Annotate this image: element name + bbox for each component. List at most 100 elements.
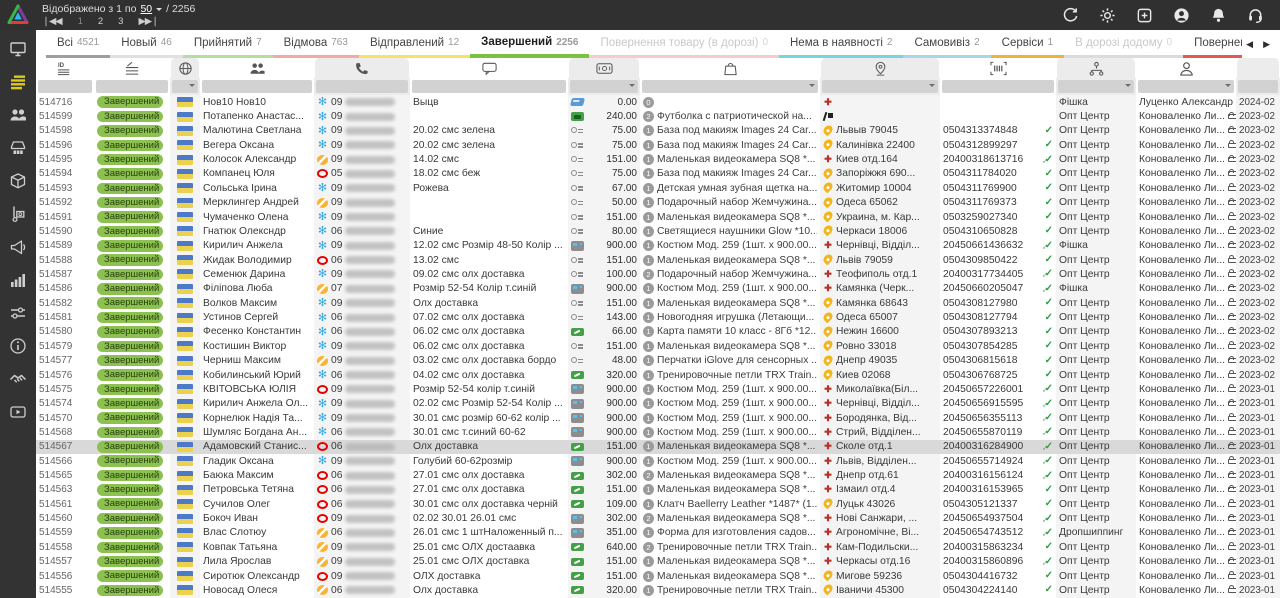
page-button-1[interactable]: 1 [78,16,82,27]
column-header-manager[interactable] [1136,58,1236,78]
order-row[interactable]: 514595 Завершений Колосок Александр 09 1… [36,152,1280,166]
order-row[interactable]: 514577 Завершений Черниш Максим 09 03.02… [36,353,1280,367]
status-tab[interactable]: Відмова 763 [273,30,359,58]
page-button-3[interactable]: 3 [118,16,122,27]
status-tab[interactable]: Нема в наявності 2 [779,30,903,58]
partners-icon[interactable] [8,369,28,389]
filter-status-input[interactable] [96,80,168,93]
status-tab[interactable]: Завершений 2256 [470,30,589,58]
status-tab[interactable]: Прийнятий 7 [183,30,273,58]
filter-comment-input[interactable] [412,80,566,93]
bell-icon[interactable] [1209,6,1227,24]
filter-product-select[interactable] [642,80,818,93]
order-row[interactable]: 514575 Завершений КВІТОВСЬКА ЮЛІЯ 09 Роз… [36,382,1280,396]
column-header-date[interactable] [1236,58,1280,78]
filter-date-input[interactable] [1238,80,1278,93]
add-square-icon[interactable] [1135,6,1153,24]
order-row[interactable]: 514592 Завершений Мерклингер Андрей 09 5… [36,196,1280,210]
order-row[interactable]: 514580 Завершений Фесенко Константин 06 … [36,325,1280,339]
order-row[interactable]: 514560 Завершений Бокоч Иван 09 02.02 30… [36,511,1280,525]
status-tab[interactable]: Відправлений 12 [359,30,470,58]
filter-id-input[interactable] [38,80,92,93]
status-tab[interactable]: Повернення (завершений) 125 [1183,30,1242,58]
order-row[interactable]: 514565 Завершений Баюка Максим 06 27.01 … [36,468,1280,482]
monitor-icon[interactable] [8,39,28,59]
order-row[interactable]: 514581 Завершений Устинов Сергей 06 07.0… [36,310,1280,324]
order-row[interactable]: 514599 Завершений Потапенко Анастас... 0… [36,109,1280,123]
order-row[interactable]: 514591 Завершений Чумаченко Олена 09 151… [36,210,1280,224]
order-row[interactable]: 514567 Завершений Адамовский Станис... 0… [36,440,1280,454]
column-header-id[interactable]: ID [36,58,94,78]
avatar-icon[interactable] [1172,6,1190,24]
column-header-status[interactable] [94,58,170,78]
order-row[interactable]: 514561 Завершений Сучилов Олег 06 30.01 … [36,497,1280,511]
order-row[interactable]: 514563 Завершений Петровська Тетяна 06 2… [36,483,1280,497]
column-header-delivery-address[interactable] [820,58,940,78]
status-tab[interactable]: Новый 46 [110,30,183,58]
video-icon[interactable] [8,402,28,422]
support-headset-icon[interactable] [1246,6,1264,24]
order-row[interactable]: 514576 Завершений Кобилинський Юрий 06 0… [36,368,1280,382]
app-logo[interactable] [0,0,36,30]
purchases-cart-icon[interactable] [8,204,28,224]
order-row[interactable]: 514716 Завершений Нов10 Нов10 09 Выцв 0.… [36,95,1280,109]
page-size-dropdown[interactable]: 50 [140,3,152,15]
column-header-source[interactable] [1056,58,1136,78]
sliders-icon[interactable] [8,303,28,323]
column-header-comment[interactable] [410,58,568,78]
filter-phone-input[interactable] [316,80,408,93]
order-row[interactable]: 514557 Завершений Лила Ярослав 09 25.01 … [36,555,1280,569]
filter-customer-input[interactable] [202,80,312,93]
page-button-2[interactable]: 2 [98,16,102,27]
order-row[interactable]: 514558 Завершений Ковпак Татьяна 09 25.0… [36,540,1280,554]
info-icon[interactable] [8,336,28,356]
order-row[interactable]: 514570 Завершений Корнелюк Надія Та... 0… [36,411,1280,425]
filter-payment-select[interactable] [570,80,638,93]
team-icon[interactable] [8,105,28,125]
filter-source-select[interactable] [1058,80,1134,93]
stats-icon[interactable] [8,270,28,290]
megaphone-icon[interactable] [8,237,28,257]
order-row[interactable]: 514566 Завершений Гладик Оксана 09 Голуб… [36,454,1280,468]
column-header-customer[interactable] [200,58,314,78]
status-tab[interactable]: Повернення товару (в дорозі) 0 [589,30,779,58]
order-row[interactable]: 514556 Завершений Сиротюк Олександр 09 О… [36,569,1280,583]
order-row[interactable]: 514582 Завершений Волков Максим 09 Олх д… [36,296,1280,310]
orders-list-icon[interactable] [8,72,28,92]
column-header-payment[interactable] [568,58,640,78]
last-page-button[interactable]: ▶▶❘ [138,16,158,27]
tabs-scroll-left-icon[interactable]: ◀ [1246,39,1253,50]
column-header-products[interactable] [640,58,820,78]
package-icon[interactable] [8,171,28,191]
filter-tracking-input[interactable] [942,80,1054,93]
status-tab[interactable]: В дорозі додому 0 [1064,30,1183,58]
first-page-button[interactable]: ❘◀◀ [42,16,62,27]
column-header-tracking[interactable] [940,58,1056,78]
order-row[interactable]: 514587 Завершений Семенюк Дарина 09 09.0… [36,267,1280,281]
column-header-phone[interactable] [314,58,410,78]
order-row[interactable]: 514574 Завершений Кирилич Анжела Ол... 0… [36,397,1280,411]
order-row[interactable]: 514598 Завершений Малютина Светлана 09 2… [36,124,1280,138]
column-header-country[interactable] [170,58,200,78]
order-row[interactable]: 514586 Завершений Філіпова Люба 07 Розмі… [36,282,1280,296]
order-row[interactable]: 514568 Завершений Шумляс Богдана Ан... 0… [36,425,1280,439]
order-row[interactable]: 514555 Завершений Новосад Олеся 06 Олх д… [36,583,1280,597]
order-row[interactable]: 514596 Завершений Вегера Оксана 09 20.02… [36,138,1280,152]
gear-icon[interactable] [1098,6,1116,24]
order-row[interactable]: 514579 Завершений Костишин Виктор 09 06.… [36,339,1280,353]
order-row[interactable]: 514559 Завершений Влас Слотюу 06 26.01 с… [36,526,1280,540]
order-row[interactable]: 514593 Завершений Сольська Ірина 09 Роже… [36,181,1280,195]
refresh-icon[interactable] [1061,6,1079,24]
filter-delivery-select[interactable] [822,80,938,93]
status-tab[interactable]: Всі 4521 [46,30,110,58]
order-row[interactable]: 514588 Завершений Жидак Володимир 06 13.… [36,253,1280,267]
tabs-scroll-right-icon[interactable]: ▶ [1263,39,1270,50]
market-icon[interactable] [8,138,28,158]
filter-manager-select[interactable] [1138,80,1234,93]
status-tab[interactable]: Самовивіз 2 [903,30,990,58]
filter-country-select[interactable] [172,80,198,93]
status-tab[interactable]: Сервіси 1 [991,30,1065,58]
order-row[interactable]: 514594 Завершений Компанец Юля 05 18.02 … [36,167,1280,181]
order-row[interactable]: 514590 Завершений Гнатюк Олексндр 06 Син… [36,224,1280,238]
order-row[interactable]: 514589 Завершений Кирилич Анжела 09 12.0… [36,239,1280,253]
